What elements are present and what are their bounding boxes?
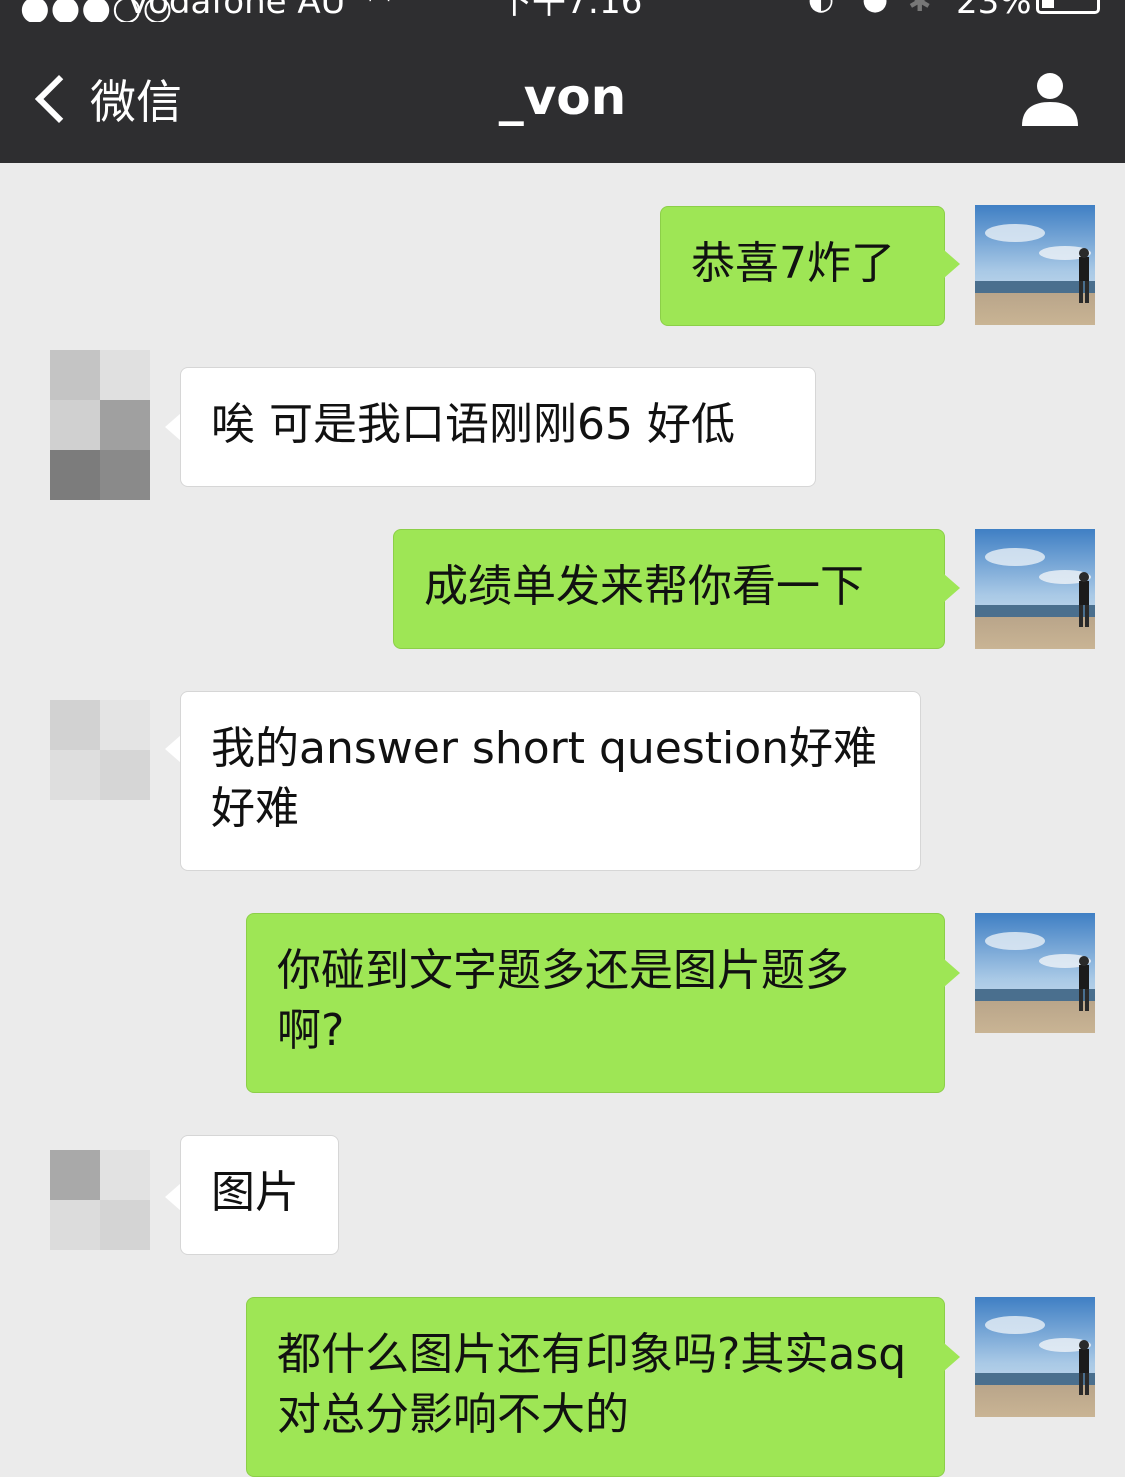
contact-info-icon[interactable] — [1020, 70, 1080, 126]
battery-percent: 23% — [956, 0, 1032, 22]
carrier-label: vodafone AU — [128, 0, 346, 22]
contact-avatar-lower — [50, 450, 150, 500]
message-text: 图片 — [211, 1167, 299, 1218]
my-avatar[interactable] — [975, 205, 1095, 325]
message-text: 恭喜7炸了 — [691, 238, 895, 289]
my-avatar[interactable] — [975, 529, 1095, 649]
bluetooth-icon: ✱ — [908, 0, 932, 18]
message-text: 我的answer short question好难好难 — [211, 723, 878, 834]
contact-avatar[interactable] — [50, 1150, 150, 1250]
contact-avatar[interactable] — [50, 700, 150, 800]
bubble-tail — [944, 574, 960, 602]
bubble-tail — [165, 413, 181, 441]
bubble-tail — [165, 735, 181, 763]
bubble-tail — [944, 1343, 960, 1371]
message-text: 成绩单发来帮你看一下 — [424, 561, 864, 612]
rotation-lock-icon: ◐ — [808, 0, 834, 15]
message-text: 唉 可是我口语刚刚65 好低 — [211, 399, 735, 450]
message-bubble-received[interactable]: 图片 — [180, 1135, 339, 1255]
bubble-tail — [165, 1183, 181, 1211]
chat-title: _von — [498, 68, 627, 126]
contact-avatar[interactable] — [50, 350, 150, 450]
message-text: 你碰到文字题多还是图片题多啊? — [277, 945, 849, 1056]
bubble-tail — [944, 250, 960, 278]
my-avatar[interactable] — [975, 1297, 1095, 1417]
chat-area[interactable]: 恭喜7炸了 唉 可是我口语刚刚65 好低 成绩单发来帮你看一下 我的answer… — [0, 163, 1125, 1477]
message-bubble-sent[interactable]: 你碰到文字题多还是图片题多啊? — [246, 913, 945, 1093]
message-bubble-received[interactable]: 唉 可是我口语刚刚65 好低 — [180, 367, 816, 487]
my-avatar[interactable] — [975, 913, 1095, 1033]
wifi-icon: ◠ — [368, 0, 391, 15]
bubble-tail — [944, 959, 960, 987]
message-bubble-sent[interactable]: 成绩单发来帮你看一下 — [393, 529, 945, 649]
navigation-bar: ●●●○○ vodafone AU ◠ 下午7:16 ◐ ● ✱ 23% 微信 … — [0, 0, 1125, 163]
alarm-icon: ● — [862, 0, 888, 15]
message-bubble-sent[interactable]: 都什么图片还有印象吗?其实asq对总分影响不大的 — [246, 1297, 945, 1477]
battery-icon — [1036, 0, 1100, 14]
status-time: 下午7:16 — [498, 0, 643, 22]
message-text: 都什么图片还有印象吗?其实asq对总分影响不大的 — [277, 1329, 907, 1440]
message-bubble-sent[interactable]: 恭喜7炸了 — [660, 206, 945, 326]
status-bar: ●●●○○ vodafone AU ◠ 下午7:16 ◐ ● ✱ 23% — [0, 0, 1125, 22]
message-bubble-received[interactable]: 我的answer short question好难好难 — [180, 691, 921, 871]
